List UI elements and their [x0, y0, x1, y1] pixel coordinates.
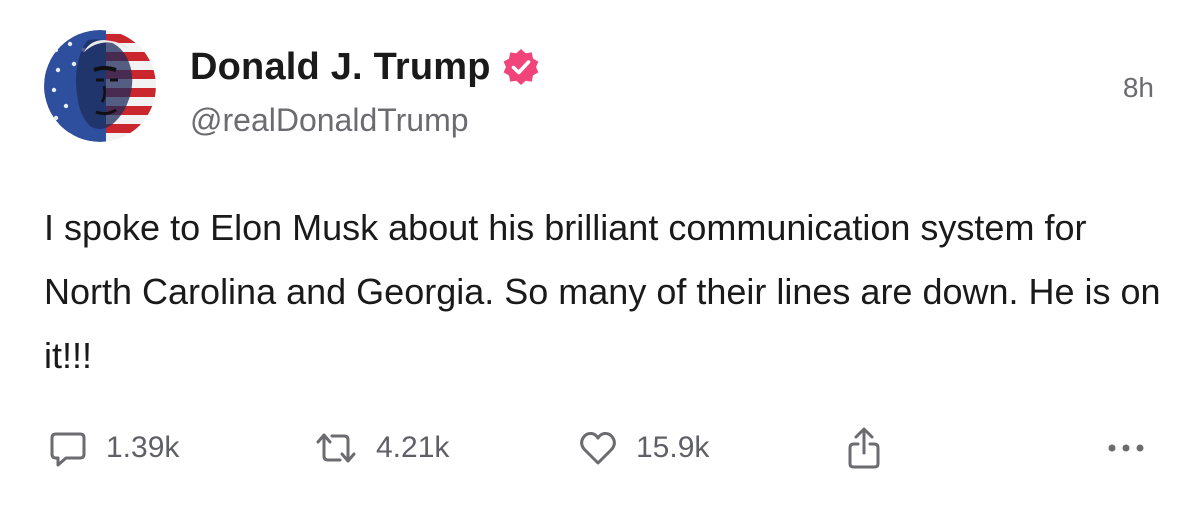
- post-timestamp[interactable]: 8h: [1123, 72, 1154, 104]
- avatar-image: [44, 30, 156, 142]
- heart-icon: [578, 428, 618, 468]
- verified-badge-icon: [501, 47, 541, 87]
- post-body-text: I spoke to Elon Musk about his brilliant…: [44, 207, 1161, 376]
- author-row: Donald J. Trump: [190, 42, 541, 92]
- post-actions-bar: 1.39k 4.21k 15.9k: [44, 418, 1160, 478]
- more-options-button[interactable]: [1104, 418, 1148, 478]
- comment-icon: [48, 428, 88, 468]
- reply-button[interactable]: 1.39k: [48, 418, 179, 478]
- share-icon: [844, 426, 884, 470]
- like-count: 15.9k: [636, 431, 710, 464]
- author-handle[interactable]: @realDonaldTrump: [190, 102, 469, 139]
- repost-icon: [314, 428, 358, 468]
- post-card: Donald J. Trump @realDonaldTrump 8h I sp…: [0, 0, 1200, 513]
- author-display-name[interactable]: Donald J. Trump: [190, 46, 491, 89]
- repost-count: 4.21k: [376, 431, 450, 464]
- like-button[interactable]: 15.9k: [578, 418, 709, 478]
- repost-button[interactable]: 4.21k: [314, 418, 449, 478]
- reply-count: 1.39k: [106, 431, 180, 464]
- more-dots-icon: [1104, 438, 1148, 458]
- share-button[interactable]: [844, 418, 884, 478]
- avatar[interactable]: [44, 30, 156, 142]
